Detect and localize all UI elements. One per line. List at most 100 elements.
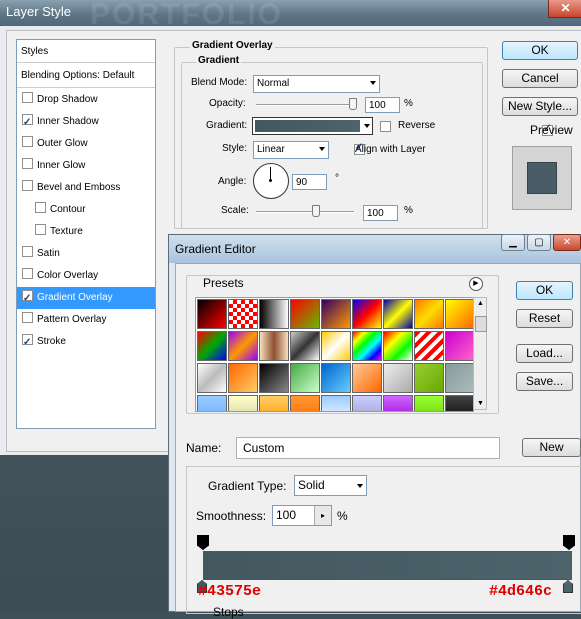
close-button[interactable]: ✕	[548, 0, 581, 18]
style-item-checkbox[interactable]	[22, 136, 33, 147]
gradient-type-select[interactable]: Solid	[294, 475, 367, 496]
new-style-button[interactable]: New Style...	[502, 97, 578, 116]
preset-swatch[interactable]	[352, 299, 382, 329]
style-item-checkbox[interactable]	[22, 332, 33, 354]
style-item-checkbox[interactable]	[22, 268, 33, 279]
scale-slider-thumb[interactable]	[312, 205, 320, 217]
preset-swatch[interactable]	[414, 363, 444, 393]
maximize-button[interactable]: ▢	[527, 234, 551, 251]
preset-swatch[interactable]	[414, 395, 444, 411]
styles-header[interactable]: Styles	[17, 40, 155, 63]
preset-swatch[interactable]	[259, 395, 289, 411]
preset-swatch[interactable]	[445, 363, 473, 393]
style-item-checkbox[interactable]	[35, 202, 46, 213]
style-item-checkbox[interactable]	[35, 224, 46, 235]
style-item-outer-glow[interactable]: Outer Glow	[17, 133, 155, 155]
preset-swatch[interactable]	[383, 331, 413, 361]
preset-swatch[interactable]	[290, 395, 320, 411]
preset-swatch[interactable]	[352, 363, 382, 393]
reverse-checkbox[interactable]	[380, 121, 391, 132]
gradient-bar[interactable]	[203, 551, 572, 580]
preset-swatch[interactable]	[321, 363, 351, 393]
style-item-pattern-overlay[interactable]: Pattern Overlay	[17, 309, 155, 331]
ge-new-button[interactable]: New	[522, 438, 581, 457]
gradient-picker[interactable]	[252, 117, 373, 135]
close-icon: ✕	[560, 1, 571, 15]
preset-swatch[interactable]	[445, 395, 473, 411]
blend-mode-select[interactable]: Normal	[253, 75, 380, 93]
style-item-color-overlay[interactable]: Color Overlay	[17, 265, 155, 287]
scale-slider-track[interactable]	[256, 211, 354, 213]
scroll-up-icon[interactable]: ▲	[477, 300, 484, 307]
style-item-contour[interactable]: Contour	[17, 199, 155, 221]
preset-swatch[interactable]	[259, 363, 289, 393]
chevron-right-icon[interactable]: ▸	[314, 506, 331, 525]
ge-reset-button[interactable]: Reset	[516, 309, 573, 328]
presets-menu-button[interactable]: ▶	[469, 277, 483, 291]
preset-swatch[interactable]	[352, 395, 382, 411]
ge-ok-button[interactable]: OK	[516, 281, 573, 300]
opacity-slider-track[interactable]	[256, 104, 356, 106]
ok-button[interactable]: OK	[502, 41, 578, 60]
preset-swatch[interactable]	[197, 363, 227, 393]
ge-save-button[interactable]: Save...	[516, 372, 573, 391]
style-item-gradient-overlay[interactable]: Gradient Overlay	[17, 287, 155, 310]
preset-swatch[interactable]	[321, 299, 351, 329]
style-item-checkbox[interactable]	[22, 180, 33, 191]
preset-swatch[interactable]	[445, 299, 473, 329]
style-item-checkbox[interactable]	[22, 246, 33, 257]
opacity-slider-thumb[interactable]	[349, 98, 357, 110]
preset-swatch[interactable]	[259, 331, 289, 361]
preset-swatch[interactable]	[259, 299, 289, 329]
scroll-thumb[interactable]	[475, 316, 487, 332]
name-input[interactable]: Custom	[236, 437, 500, 459]
style-item-checkbox[interactable]	[22, 158, 33, 169]
angle-input[interactable]: 90	[292, 174, 327, 190]
chevron-down-icon[interactable]	[364, 124, 370, 128]
ge-load-button[interactable]: Load...	[516, 344, 573, 363]
layer-style-titlebar[interactable]	[0, 0, 581, 26]
style-item-bevel-and-emboss[interactable]: Bevel and Emboss	[17, 177, 155, 199]
gradient-swatch[interactable]	[255, 120, 360, 132]
cancel-button[interactable]: Cancel	[502, 69, 578, 88]
style-item-checkbox[interactable]	[22, 112, 33, 134]
minimize-button[interactable]: ▁	[501, 234, 525, 251]
scroll-down-icon[interactable]: ▼	[477, 400, 484, 407]
close-button[interactable]: ✕	[553, 234, 581, 251]
style-item-checkbox[interactable]	[22, 92, 33, 103]
preset-swatch[interactable]	[383, 363, 413, 393]
style-select[interactable]: Linear	[253, 141, 329, 159]
preset-swatch[interactable]	[414, 299, 444, 329]
style-item-drop-shadow[interactable]: Drop Shadow	[17, 89, 155, 111]
style-item-texture[interactable]: Texture	[17, 221, 155, 243]
preset-swatch[interactable]	[228, 299, 258, 329]
preset-swatch[interactable]	[197, 299, 227, 329]
preset-swatch[interactable]	[228, 395, 258, 411]
preset-swatch[interactable]	[383, 299, 413, 329]
blending-options-header[interactable]: Blending Options: Default	[17, 64, 155, 88]
preset-swatch[interactable]	[321, 331, 351, 361]
preset-swatch[interactable]	[414, 331, 444, 361]
preset-swatch[interactable]	[383, 395, 413, 411]
angle-dial[interactable]	[253, 163, 289, 199]
opacity-input[interactable]: 100	[365, 97, 400, 113]
preset-swatch[interactable]	[228, 331, 258, 361]
scale-input[interactable]: 100	[363, 205, 398, 221]
preset-swatch[interactable]	[197, 331, 227, 361]
preset-swatch[interactable]	[445, 331, 473, 361]
preset-swatch[interactable]	[321, 395, 351, 411]
preset-swatch[interactable]	[228, 363, 258, 393]
style-item-inner-glow[interactable]: Inner Glow	[17, 155, 155, 177]
style-item-inner-shadow[interactable]: Inner Shadow	[17, 111, 155, 134]
style-item-checkbox[interactable]	[22, 288, 33, 310]
preset-swatch[interactable]	[290, 331, 320, 361]
style-item-checkbox[interactable]	[22, 312, 33, 323]
presets-scrollbar[interactable]: ▲ ▼	[473, 297, 487, 410]
preset-swatch[interactable]	[290, 363, 320, 393]
style-item-satin[interactable]: Satin	[17, 243, 155, 265]
smoothness-input[interactable]: 100 ▸	[272, 505, 332, 526]
preset-swatch[interactable]	[352, 331, 382, 361]
preset-swatch[interactable]	[197, 395, 227, 411]
preset-swatch[interactable]	[290, 299, 320, 329]
style-item-stroke[interactable]: Stroke	[17, 331, 155, 354]
